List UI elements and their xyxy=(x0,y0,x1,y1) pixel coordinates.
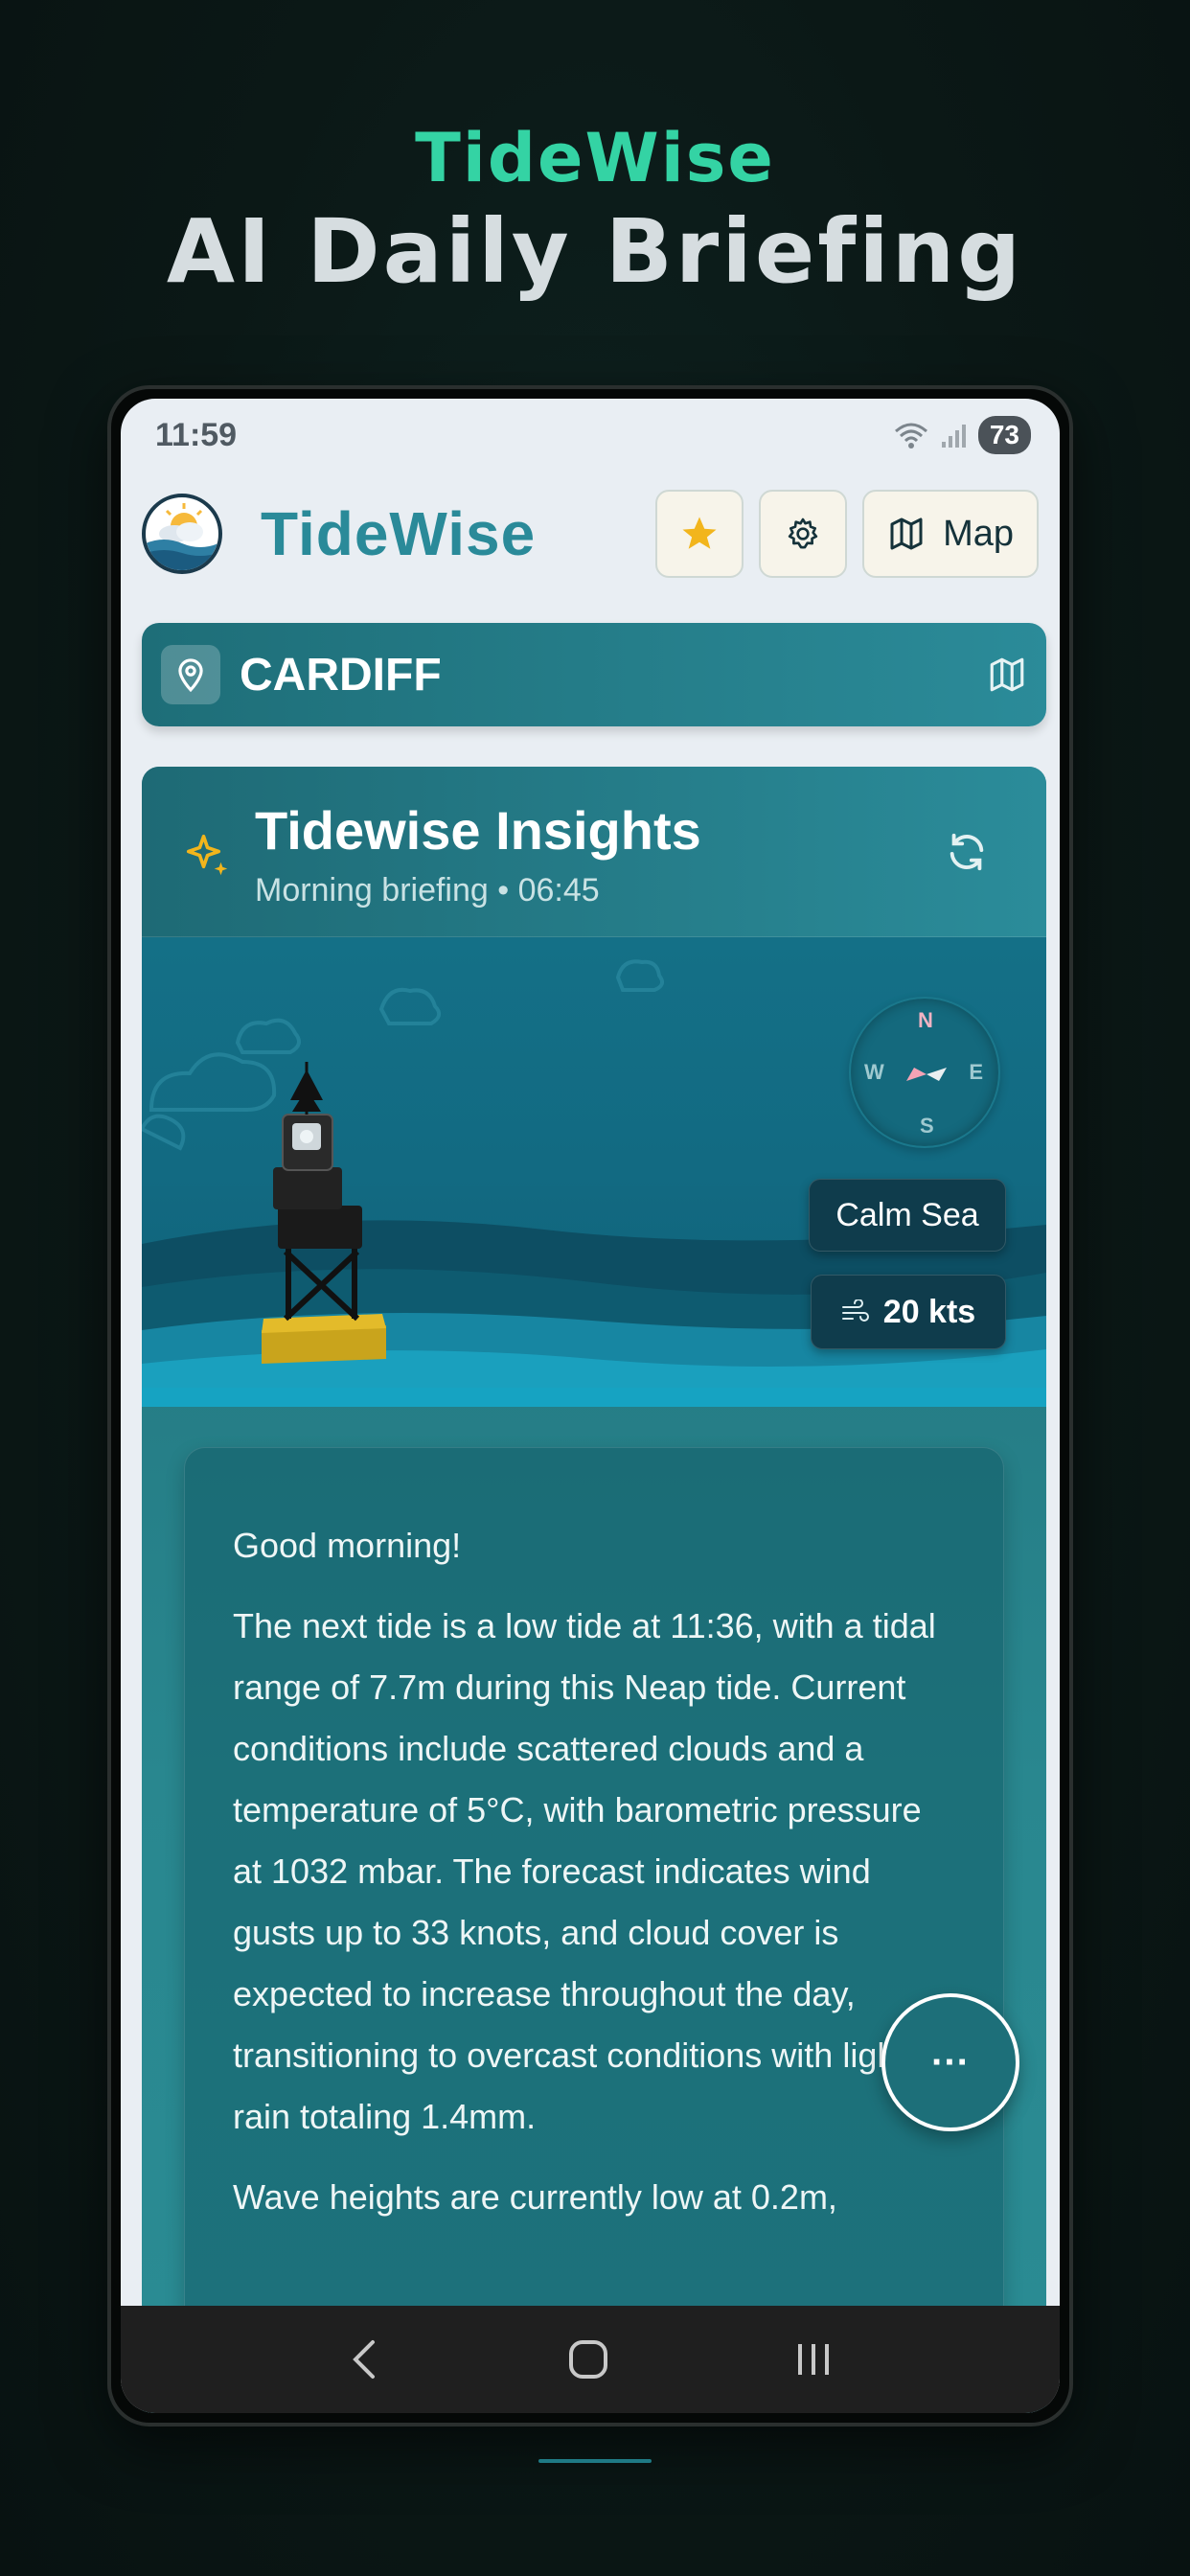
tidewise-logo xyxy=(142,494,222,574)
buoy xyxy=(262,1062,386,1364)
sea-scene: N E S W Calm Sea 20 kts xyxy=(142,937,1046,1407)
home-icon[interactable] xyxy=(565,2336,611,2382)
map-button[interactable]: Map xyxy=(862,490,1039,578)
insights-header: Tidewise Insights Morning briefing • 06:… xyxy=(142,767,1046,937)
location-selector[interactable]: CARDIFF xyxy=(142,623,1046,726)
insights-card: Tidewise Insights Morning briefing • 06:… xyxy=(142,767,1046,2413)
hero-brand: TideWise xyxy=(415,119,775,197)
settings-button[interactable] xyxy=(759,490,848,578)
compass: N E S W xyxy=(849,997,1000,1148)
wifi-icon xyxy=(894,423,927,448)
hero-header: TideWise AI Daily Briefing xyxy=(0,115,1190,303)
back-icon[interactable] xyxy=(346,2338,384,2380)
insights-title: Tidewise Insights xyxy=(255,800,701,861)
signal-icon xyxy=(941,425,966,448)
sparkle-icon xyxy=(186,834,228,876)
status-time: 11:59 xyxy=(155,416,238,453)
phone-frame: 11:59 73 TideWise Map CARDIFF Tidewise I… xyxy=(107,385,1073,2426)
wind-speed: 20 kts xyxy=(882,1293,976,1330)
map-button-label: Map xyxy=(943,513,1014,554)
location-pin-icon xyxy=(178,658,203,693)
wind-icon xyxy=(841,1300,869,1322)
app-header: TideWise Map xyxy=(121,481,1060,586)
insights-subtitle: Morning briefing • 06:45 xyxy=(255,872,600,908)
sea-state-label: Calm Sea xyxy=(835,1196,979,1233)
gear-icon xyxy=(788,518,818,549)
system-navigation-bar xyxy=(121,2306,1060,2413)
briefing-text-panel: Good morning! The next tide is a low tid… xyxy=(184,1447,1004,2413)
briefing-paragraph: The next tide is a low tide at 11:36, wi… xyxy=(233,1606,936,2136)
battery-indicator: 73 xyxy=(977,416,1031,454)
map-icon[interactable] xyxy=(987,655,1027,695)
briefing-greeting: Good morning! xyxy=(233,1526,462,1565)
wind-badge: 20 kts xyxy=(811,1275,1006,1349)
location-name: CARDIFF xyxy=(240,649,442,701)
star-icon xyxy=(682,517,717,549)
page-indicator xyxy=(538,2459,652,2463)
compass-needle-icon xyxy=(906,1068,947,1081)
map-icon xyxy=(890,518,923,550)
favorite-button[interactable] xyxy=(655,490,744,578)
sea-state-badge: Calm Sea xyxy=(809,1179,1006,1252)
status-bar: 11:59 73 xyxy=(121,399,1060,472)
more-options-button[interactable]: ··· xyxy=(881,1993,1019,2131)
app-screen: 11:59 73 TideWise Map CARDIFF Tidewise I… xyxy=(121,399,1060,2413)
app-name: TideWise xyxy=(261,499,537,568)
hero-title: AI Daily Briefing xyxy=(166,200,1024,303)
briefing-paragraph: Wave heights are currently low at 0.2m, xyxy=(233,2177,837,2217)
recent-apps-icon[interactable] xyxy=(792,2338,835,2380)
refresh-icon[interactable] xyxy=(945,830,989,874)
